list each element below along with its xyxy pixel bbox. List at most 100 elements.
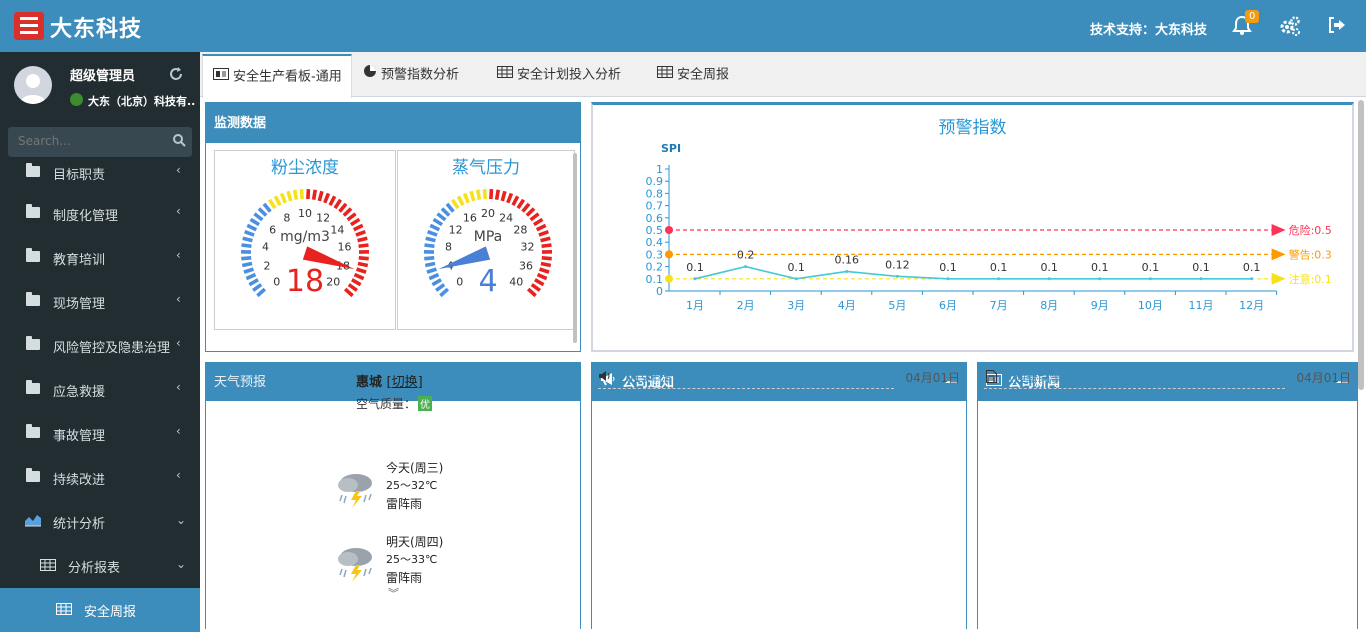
sidebar-item-site[interactable]: 现场管理 ‹ xyxy=(0,280,200,324)
sidebar-item-weekly-report[interactable]: 安全周报 xyxy=(0,588,200,632)
sidebar-search xyxy=(8,127,192,157)
sidebar-item-label: 教育培训 xyxy=(53,249,105,268)
city-name: 惠城 xyxy=(356,375,382,390)
x-tick-label: 1月 xyxy=(686,299,704,312)
data-point xyxy=(1149,277,1152,280)
refresh-icon[interactable] xyxy=(168,66,184,85)
sidebar-item-label: 安全周报 xyxy=(84,601,136,620)
gauge-unit: MPa xyxy=(474,229,502,245)
x-tick-label: 4月 xyxy=(838,299,856,312)
y-tick-label: 0.5 xyxy=(646,224,664,237)
sidebar-item-improve[interactable]: 持续改进 ‹ xyxy=(0,456,200,500)
threshold-arrow xyxy=(1272,273,1286,285)
chevron-left-icon: ‹ xyxy=(176,380,181,394)
notification-badge: 0 xyxy=(1245,10,1259,23)
gauge-tick-label: 20 xyxy=(326,275,340,288)
sidebar-item-goals[interactable]: 目标职责 ‹ xyxy=(0,156,200,192)
thunderstorm-icon xyxy=(334,469,380,509)
gauge-scale-segment xyxy=(295,190,297,200)
tab-dashboard[interactable]: 安全生产看板-通用 xyxy=(202,54,352,98)
y-tick-label: 0.6 xyxy=(646,212,664,225)
search-icon[interactable] xyxy=(172,133,186,150)
gauge-scale-segment xyxy=(302,189,303,199)
sidebar-item-accident[interactable]: 事故管理 ‹ xyxy=(0,412,200,456)
data-label: 0.12 xyxy=(885,258,910,271)
gauge-scale-segment xyxy=(253,285,261,291)
x-tick-label: 12月 xyxy=(1239,299,1264,312)
gauge-scale-segment xyxy=(538,275,547,279)
gauge-scale-segment xyxy=(428,232,437,235)
x-tick-label: 8月 xyxy=(1040,299,1058,312)
gauge-scale-segment xyxy=(244,269,254,272)
gauge-scale-segment xyxy=(348,214,356,220)
sidebar-item-risk[interactable]: 风险管控及隐患治理 ‹ xyxy=(0,324,200,368)
switch-city-link[interactable]: [切换] xyxy=(387,375,423,390)
sidebar-item-statistics[interactable]: 统计分析 ⌄ xyxy=(0,500,200,544)
folder-icon xyxy=(26,207,40,218)
gauge-tick-label: 28 xyxy=(513,223,527,236)
threshold-label: 危险:0.5 xyxy=(1289,223,1332,237)
news-title[interactable]: 欢迎新同事加盟! xyxy=(1002,369,1091,386)
gauge-tick-label: 12 xyxy=(449,223,463,236)
tab-plan-investment[interactable]: 安全计划投入分析 xyxy=(497,54,621,97)
gauge-scale-segment xyxy=(359,258,369,259)
sidebar-item-analysis-report[interactable]: 分析报表 ⌄ xyxy=(0,544,200,588)
logo-icon xyxy=(14,12,44,40)
x-tick-label: 6月 xyxy=(939,299,957,312)
sidebar: 超级管理员 大东（北京）科技有.. 目标职责 ‹ 制度化管理 ‹ 教育培训 ‹ … xyxy=(0,52,200,629)
sidebar-item-label: 制度化管理 xyxy=(53,205,118,224)
data-label: 0.1 xyxy=(990,261,1008,274)
monitor-panel: 监测数据 粉尘浓度 02468101214161820mg/m318 蒸气压力 … xyxy=(205,102,581,352)
folder-icon xyxy=(26,251,40,262)
data-label: 0.2 xyxy=(737,249,755,262)
gauge-scale-segment xyxy=(354,225,363,229)
gauge-scale-segment xyxy=(542,245,552,246)
app-logo-text[interactable]: 大东科技 xyxy=(50,11,142,43)
panel-scrollbar[interactable] xyxy=(573,153,577,343)
list-item[interactable]: 2019年清明节放假通知 04月01日 xyxy=(598,369,960,387)
table-icon xyxy=(56,603,72,619)
pie-chart-icon xyxy=(363,54,377,96)
gauge-scale-segment xyxy=(432,280,441,285)
expand-icon[interactable]: ︾ xyxy=(388,585,399,601)
gauge-scale-segment xyxy=(314,190,316,200)
gauge-scale-segment xyxy=(437,214,445,220)
sidebar-item-training[interactable]: 教育培训 ‹ xyxy=(0,236,200,280)
chevron-left-icon: ‹ xyxy=(176,163,181,177)
data-label: 0.1 xyxy=(1142,261,1160,274)
sidebar-item-emergency[interactable]: 应急救援 ‹ xyxy=(0,368,200,412)
gauge-scale-segment xyxy=(531,214,539,220)
y-tick-label: 0.4 xyxy=(646,236,664,249)
folder-icon xyxy=(26,427,40,438)
gauge-tick-label: 20 xyxy=(481,207,495,220)
gauge-scale-segment xyxy=(532,285,540,291)
tab-bar: 安全生产看板-通用 预警指数分析 安全计划投入分析 安全周报 xyxy=(200,52,1366,97)
logout-icon[interactable] xyxy=(1326,14,1350,38)
sidebar-item-label: 持续改进 xyxy=(53,469,105,488)
gauge-scale-segment xyxy=(447,204,453,212)
data-point xyxy=(1048,277,1051,280)
list-item[interactable]: 欢迎新同事加盟! 04月01日 xyxy=(984,369,1351,387)
settings-gears-icon[interactable] xyxy=(1278,14,1302,38)
data-point xyxy=(795,277,798,280)
search-input[interactable] xyxy=(18,134,158,148)
y-tick-label: 0.3 xyxy=(646,248,664,261)
data-label: 0.1 xyxy=(787,261,805,274)
notice-title[interactable]: 2019年清明节放假通知 xyxy=(618,369,745,386)
tab-weekly-report[interactable]: 安全周报 xyxy=(657,54,729,97)
y-tick-label: 0 xyxy=(656,285,663,298)
avatar[interactable] xyxy=(14,66,52,104)
chevron-left-icon: ‹ xyxy=(176,336,181,350)
tab-warning-analysis[interactable]: 预警指数分析 xyxy=(363,54,459,97)
chevron-left-icon: ‹ xyxy=(176,204,181,218)
data-point xyxy=(896,275,899,278)
page-scrollbar[interactable] xyxy=(1358,100,1364,390)
gauge-scale-segment xyxy=(513,196,518,205)
gauge-tick-label: 40 xyxy=(509,275,523,288)
gauge-scale-segment xyxy=(359,245,369,246)
data-point xyxy=(1200,277,1203,280)
divider xyxy=(984,388,1285,389)
sidebar-item-institution[interactable]: 制度化管理 ‹ xyxy=(0,192,200,236)
thunderstorm-icon xyxy=(334,543,380,583)
weather-day: 明天(周四) xyxy=(386,533,443,551)
